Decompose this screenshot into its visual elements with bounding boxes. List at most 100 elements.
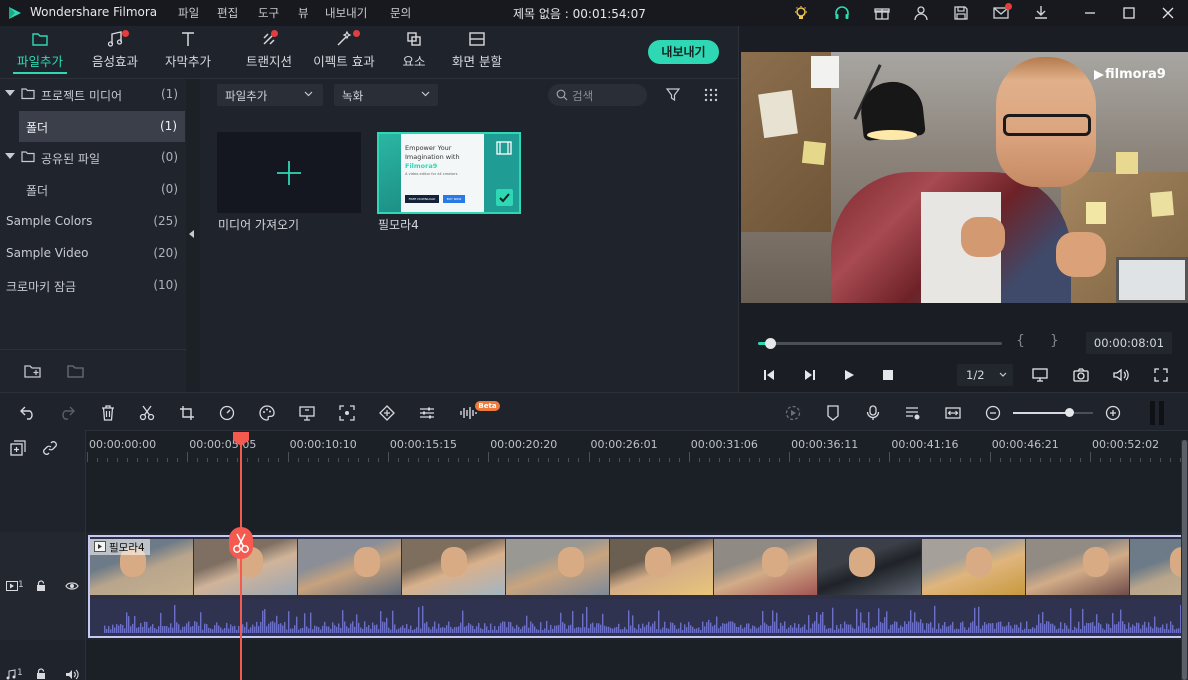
save-icon[interactable] [951, 3, 971, 23]
library-item-shared[interactable]: 공유된 파일 (0) [0, 142, 186, 173]
eye-icon[interactable] [64, 579, 80, 593]
ruler-tick [979, 458, 981, 462]
waveform-bar [400, 627, 402, 633]
menu-tools[interactable]: 도구 [258, 5, 279, 21]
tab-titles[interactable]: 자막추가 [153, 30, 223, 74]
media-filter-dropdown[interactable]: 파일추가 [217, 84, 323, 106]
lock-icon[interactable] [34, 668, 48, 680]
menu-file[interactable]: 파일 [178, 5, 199, 21]
color-palette-icon[interactable] [255, 401, 279, 425]
waveform-bar [876, 625, 878, 633]
timeline-scrollbar[interactable] [1181, 440, 1188, 680]
zoom-slider[interactable] [1013, 408, 1093, 417]
library-item-chroma-key[interactable]: 크로마키 잠금 (10) [0, 270, 186, 301]
folder-outline-icon[interactable] [66, 361, 86, 381]
keyframe-icon[interactable] [375, 401, 399, 425]
microphone-icon[interactable] [861, 401, 885, 425]
tab-media[interactable]: 파일추가 [5, 30, 75, 74]
quality-dropdown[interactable]: 1/2 [957, 364, 1013, 386]
motion-track-icon[interactable] [335, 401, 359, 425]
zoom-in-icon[interactable] [1101, 401, 1125, 425]
menu-help[interactable]: 문의 [390, 5, 411, 21]
waveform-bar [870, 628, 872, 633]
green-screen-icon[interactable] [295, 401, 319, 425]
waveform-bar [628, 610, 630, 633]
import-media-tile[interactable] [217, 132, 361, 213]
redo-icon[interactable] [55, 401, 79, 425]
account-icon[interactable] [911, 3, 931, 23]
lock-icon[interactable] [34, 579, 48, 593]
play-icon[interactable] [840, 366, 858, 384]
export-button[interactable]: 내보내기 [648, 40, 719, 64]
fit-timeline-icon[interactable] [941, 401, 965, 425]
bulb-icon[interactable] [791, 3, 811, 23]
chevron-down-icon [421, 91, 430, 97]
library-item-shared-folder[interactable]: 폴더 (0) [0, 174, 186, 205]
display-icon[interactable] [1031, 366, 1049, 384]
fullscreen-icon[interactable] [1152, 366, 1170, 384]
library-item-folder-selected[interactable]: 폴더 (1) [19, 111, 185, 142]
waveform-bar [766, 624, 768, 633]
stop-icon[interactable] [879, 366, 897, 384]
menu-view[interactable]: 뷰 [298, 5, 309, 21]
menu-edit[interactable]: 편집 [217, 5, 238, 21]
skip-back-icon[interactable] [760, 366, 778, 384]
link-icon[interactable] [41, 439, 59, 457]
time-ruler[interactable]: 00:00:00:00 00:00:05:05 00:00:10:10 00:00:1… [87, 438, 1188, 462]
waveform-bar [1034, 628, 1036, 633]
new-folder-icon[interactable] [23, 361, 43, 381]
library-item-project-media[interactable]: 프로젝트 미디어 (1) [0, 79, 186, 110]
record-dropdown[interactable]: 녹화 [334, 84, 438, 106]
tab-effects[interactable]: 이펙트 효과 [309, 30, 379, 74]
waveform-bar [892, 624, 894, 633]
adjust-icon[interactable] [415, 401, 439, 425]
gift-icon[interactable] [872, 3, 892, 23]
grid-view-icon[interactable] [702, 86, 720, 104]
sidebar-collapse-handle[interactable] [186, 79, 200, 392]
add-track-icon[interactable] [9, 439, 27, 457]
voiceover-icon[interactable] [901, 401, 925, 425]
speed-icon[interactable] [215, 401, 239, 425]
filter-icon[interactable] [664, 86, 682, 104]
download-icon[interactable] [1031, 3, 1051, 23]
preview-progress-bar[interactable] [758, 338, 1002, 349]
marker-icon[interactable] [821, 401, 845, 425]
step-forward-icon[interactable] [801, 366, 819, 384]
library-item-sample-video[interactable]: Sample Video (20) [0, 238, 186, 269]
volume-icon[interactable] [1112, 366, 1130, 384]
tab-transitions[interactable]: 트랜지션 [234, 30, 304, 74]
pause-bars-icon[interactable] [1150, 401, 1165, 425]
waveform-bar [198, 625, 200, 633]
search-input[interactable]: 검색 [548, 84, 647, 106]
menu-export[interactable]: 내보내기 [325, 5, 367, 21]
zoom-slider-handle[interactable] [1065, 408, 1074, 417]
delete-icon[interactable] [96, 401, 120, 425]
tab-elements[interactable]: 요소 [379, 30, 449, 74]
waveform-bar [748, 623, 750, 633]
crop-icon[interactable] [175, 401, 199, 425]
render-preview-icon[interactable] [781, 401, 805, 425]
undo-icon[interactable] [16, 401, 40, 425]
filmora-watermark: filmora9 [1105, 67, 1166, 82]
zoom-out-icon[interactable] [981, 401, 1005, 425]
waveform-bar [568, 625, 570, 633]
timeline-video-clip[interactable]: 필모라4 [88, 535, 1188, 638]
maximize-icon[interactable] [1119, 3, 1139, 23]
speaker-icon[interactable] [64, 668, 80, 680]
waveform-bar [552, 628, 554, 633]
tab-split-screen[interactable]: 화면 분할 [442, 30, 512, 74]
split-scissors-icon[interactable] [229, 527, 253, 559]
ruler-label: 00:00:26:01 [590, 438, 658, 451]
camera-icon[interactable] [1072, 366, 1090, 384]
mark-in-icon[interactable]: { [1016, 333, 1025, 349]
mark-out-icon[interactable]: } [1050, 333, 1059, 349]
media-clip-thumbnail[interactable]: Empower Your Imagination with Filmora9 A… [377, 132, 521, 214]
library-item-sample-colors[interactable]: Sample Colors (25) [0, 206, 186, 237]
tab-audio[interactable]: 음성효과 [80, 30, 150, 74]
ruler-label: 00:00:20:20 [490, 438, 558, 451]
scissors-icon[interactable] [135, 401, 159, 425]
close-icon[interactable] [1158, 3, 1178, 23]
ruler-tick [538, 458, 540, 462]
minimize-icon[interactable] [1080, 3, 1100, 23]
headset-icon[interactable] [832, 3, 852, 23]
